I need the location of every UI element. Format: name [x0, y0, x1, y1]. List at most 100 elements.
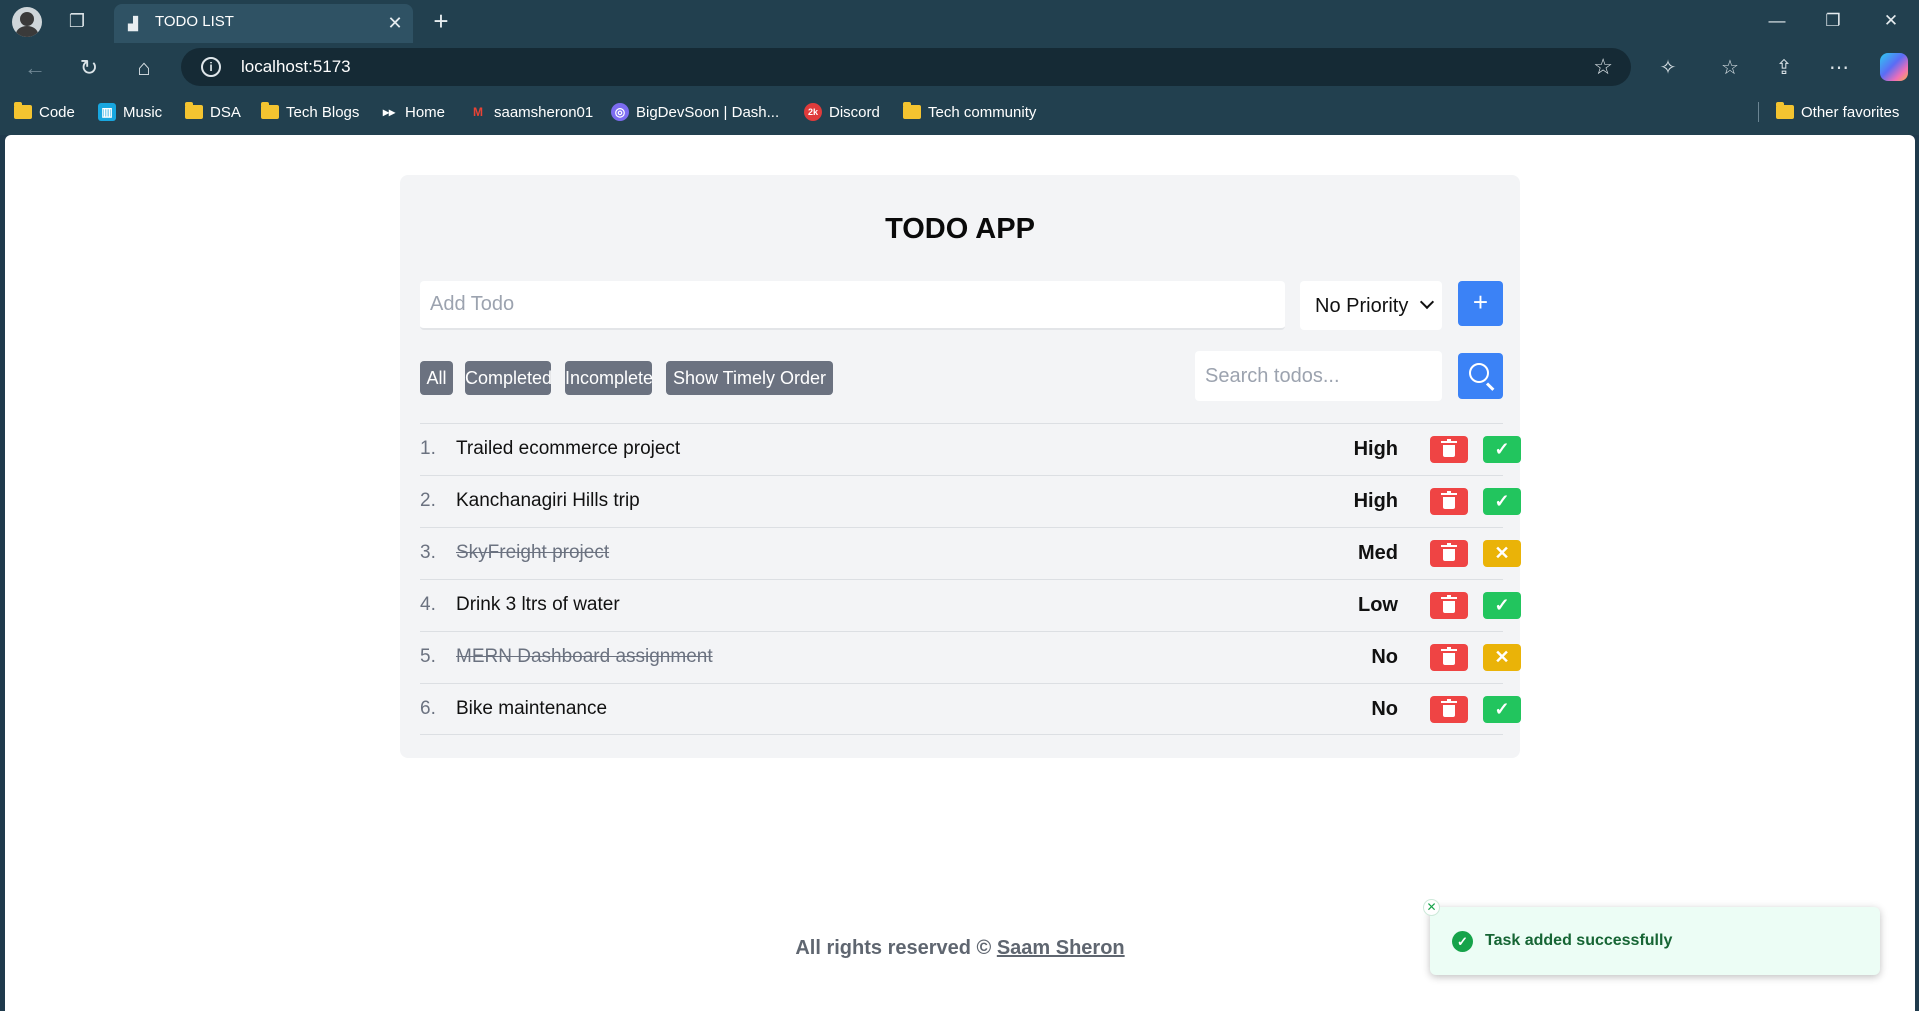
todo-row: 4. Drink 3 ltrs of water Low ✓	[420, 579, 1521, 631]
more-icon[interactable]: ⋯	[1823, 52, 1855, 84]
mark-incomplete-button[interactable]: ✕	[1483, 540, 1521, 567]
window-close-icon[interactable]: ✕	[1876, 8, 1906, 34]
todo-number: 3.	[420, 542, 436, 563]
bookmark-tech-blogs[interactable]: Tech Blogs	[261, 100, 359, 124]
show-timely-order-button[interactable]: Show Timely Order	[666, 361, 833, 395]
bookmark-label: Code	[39, 103, 75, 121]
folder-icon	[14, 102, 32, 119]
delete-todo-button[interactable]	[1430, 592, 1468, 619]
filter-all-button[interactable]: All	[420, 361, 453, 395]
x-icon: ✕	[1494, 647, 1510, 667]
page-content: TODO APP No Priority + All Completed Inc…	[5, 135, 1915, 1011]
filter-incomplete-button[interactable]: Incomplete	[565, 361, 653, 395]
trash-icon	[1441, 439, 1457, 457]
minimize-icon[interactable]: —	[1762, 8, 1792, 34]
delete-todo-button[interactable]	[1430, 644, 1468, 671]
bookmark-music[interactable]: ▥ Music	[98, 100, 162, 124]
folder-icon	[903, 102, 921, 119]
workspaces-icon[interactable]: ❐	[66, 11, 88, 31]
tab-close-icon[interactable]: ✕	[384, 12, 406, 34]
check-icon: ✓	[1494, 491, 1510, 511]
bookmark-dsa[interactable]: DSA	[185, 100, 241, 124]
x-icon: ✕	[1494, 543, 1510, 563]
todo-row: 3. SkyFreight project Med ✕	[420, 527, 1521, 579]
bookmark-label: Other favorites	[1801, 103, 1900, 121]
todo-number: 1.	[420, 438, 436, 459]
restore-icon[interactable]: ❐	[1818, 8, 1848, 34]
search-button[interactable]	[1458, 353, 1503, 399]
mark-complete-button[interactable]: ✓	[1483, 592, 1521, 619]
bookmark-gmail[interactable]: Msaamsheron01	[469, 100, 593, 124]
tab-todo-list[interactable]: ▟ TODO LIST ✕	[114, 4, 413, 43]
extensions-icon[interactable]: ✧	[1652, 52, 1684, 84]
browser-chrome: ❐ ▟ TODO LIST ✕ + — ❐ ✕ ← ↻ ⌂ i localhos…	[0, 0, 1919, 135]
copilot-icon[interactable]	[1880, 53, 1908, 81]
bookmark-separator	[1758, 102, 1759, 122]
add-todo-input[interactable]	[420, 281, 1285, 330]
toast-notification: ✕ ✓ Task added successfully	[1423, 899, 1880, 975]
bookmark-other-favorites[interactable]: Other favorites	[1776, 100, 1899, 124]
profile-avatar[interactable]	[12, 7, 42, 37]
trash-icon	[1441, 647, 1457, 665]
todo-text: Kanchanagiri Hills trip	[456, 490, 640, 511]
bookmark-bigdevsoon[interactable]: ◎ BigDevSoon | Dash...	[611, 100, 779, 124]
bookmark-code[interactable]: Code	[14, 100, 75, 124]
todo-text: SkyFreight project	[456, 542, 610, 563]
delete-todo-button[interactable]	[1430, 436, 1468, 463]
success-check-icon: ✓	[1452, 931, 1473, 952]
todo-row: 1. Trailed ecommerce project High ✓	[420, 423, 1521, 475]
gmail-icon: M	[473, 105, 483, 119]
bookmark-home[interactable]: ▸▸ Home	[380, 100, 445, 124]
share-icon[interactable]: ⇪	[1768, 52, 1800, 84]
toast-message: Task added successfully	[1485, 932, 1673, 949]
folder-icon	[261, 102, 279, 119]
bookmark-label: Discord	[829, 103, 880, 121]
todo-priority: High	[1353, 438, 1398, 460]
app-title: TODO APP	[885, 213, 1035, 245]
todo-number: 4.	[420, 594, 436, 615]
trash-icon	[1441, 491, 1457, 509]
add-todo-button[interactable]: +	[1458, 281, 1503, 326]
mark-incomplete-button[interactable]: ✕	[1483, 644, 1521, 671]
back-icon[interactable]: ←	[20, 53, 50, 83]
todo-priority: Low	[1358, 594, 1398, 616]
todo-priority: High	[1353, 490, 1398, 512]
tab-title: TODO LIST	[155, 13, 234, 30]
new-tab-icon[interactable]: +	[428, 8, 454, 34]
favorites-icon[interactable]: ☆	[1714, 52, 1746, 84]
tab-favicon-icon: ▟	[128, 16, 138, 31]
search-icon-handle	[1485, 382, 1495, 391]
mark-complete-button[interactable]: ✓	[1483, 488, 1521, 515]
footer-text: All rights reserved ©	[795, 937, 997, 959]
todo-text: Bike maintenance	[456, 698, 608, 719]
refresh-icon[interactable]: ↻	[74, 53, 104, 83]
toast-close-icon[interactable]: ✕	[1423, 899, 1440, 916]
discord-icon: 2k	[804, 103, 822, 121]
bookmark-discord[interactable]: 2k Discord	[804, 100, 880, 124]
todo-text: MERN Dashboard assignment	[456, 646, 713, 667]
bookmark-tech-community[interactable]: Tech community	[903, 100, 1036, 124]
folder-icon	[1776, 102, 1794, 119]
mark-complete-button[interactable]: ✓	[1483, 436, 1521, 463]
footer-author-link[interactable]: Saam Sheron	[997, 937, 1125, 959]
music-icon: ▥	[98, 103, 116, 121]
trash-icon	[1441, 595, 1457, 613]
bookmark-label: DSA	[210, 103, 241, 121]
search-input[interactable]	[1195, 351, 1442, 401]
delete-todo-button[interactable]	[1430, 540, 1468, 567]
todo-row: 6. Bike maintenance No ✓	[420, 683, 1521, 735]
delete-todo-button[interactable]	[1430, 488, 1468, 515]
priority-select[interactable]: No Priority	[1300, 281, 1442, 330]
bookmark-label: Music	[123, 103, 163, 121]
todo-row: 5. MERN Dashboard assignment No ✕	[420, 631, 1521, 683]
delete-todo-button[interactable]	[1430, 696, 1468, 723]
bigdevsoon-icon: ◎	[611, 103, 629, 121]
priority-select-value: No Priority	[1315, 295, 1409, 317]
home-icon[interactable]: ⌂	[129, 53, 159, 83]
filter-completed-button[interactable]: Completed	[465, 361, 552, 395]
site-info-icon[interactable]: i	[201, 57, 221, 77]
address-bar[interactable]: i localhost:5173 ☆	[181, 48, 1631, 86]
trash-icon	[1441, 699, 1457, 717]
favorite-star-icon[interactable]: ☆	[1593, 54, 1613, 80]
mark-complete-button[interactable]: ✓	[1483, 696, 1521, 723]
